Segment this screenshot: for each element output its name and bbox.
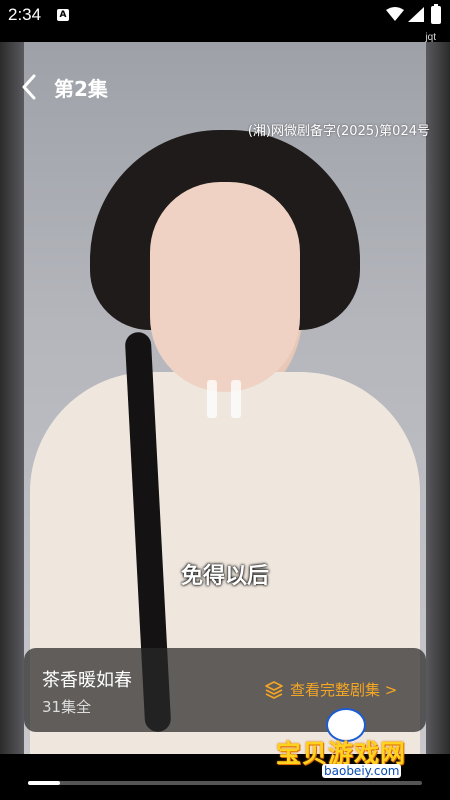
series-name: 茶香暖如春 — [42, 670, 132, 691]
view-full-series-label: 查看完整剧集 > — [290, 681, 398, 699]
battery-icon — [431, 4, 441, 24]
license-number: (湘)网微剧备字(2025)第024号 — [247, 124, 430, 139]
notification-a-icon: A — [57, 9, 69, 21]
view-full-series-link[interactable]: 查看完整剧集 > — [264, 679, 397, 700]
back-button[interactable] — [14, 70, 44, 104]
wifi-icon — [386, 7, 404, 21]
video-progress-fill — [28, 781, 60, 785]
signal-icon — [408, 7, 424, 22]
video-letterbox-right — [426, 42, 450, 754]
pause-bar-right — [231, 380, 241, 418]
pause-bar-left — [207, 380, 217, 418]
site-watermark: 宝贝游戏网 baobeiy.com — [276, 708, 416, 780]
video-progress-bar[interactable] — [28, 781, 422, 785]
video-frame-face — [150, 182, 300, 392]
status-bar: 2:34 A — [0, 0, 450, 30]
video-subtitle: 免得以后 — [180, 564, 269, 589]
clock: 2:34 — [8, 5, 42, 24]
layers-icon — [265, 680, 283, 699]
pause-button[interactable] — [205, 378, 245, 422]
episode-count: 31集全 — [42, 698, 92, 716]
watermark-url: baobeiy.com — [322, 764, 402, 778]
video-letterbox-left — [0, 42, 24, 754]
episode-title: 第2集 — [54, 77, 108, 101]
chevron-left-icon — [22, 74, 36, 100]
